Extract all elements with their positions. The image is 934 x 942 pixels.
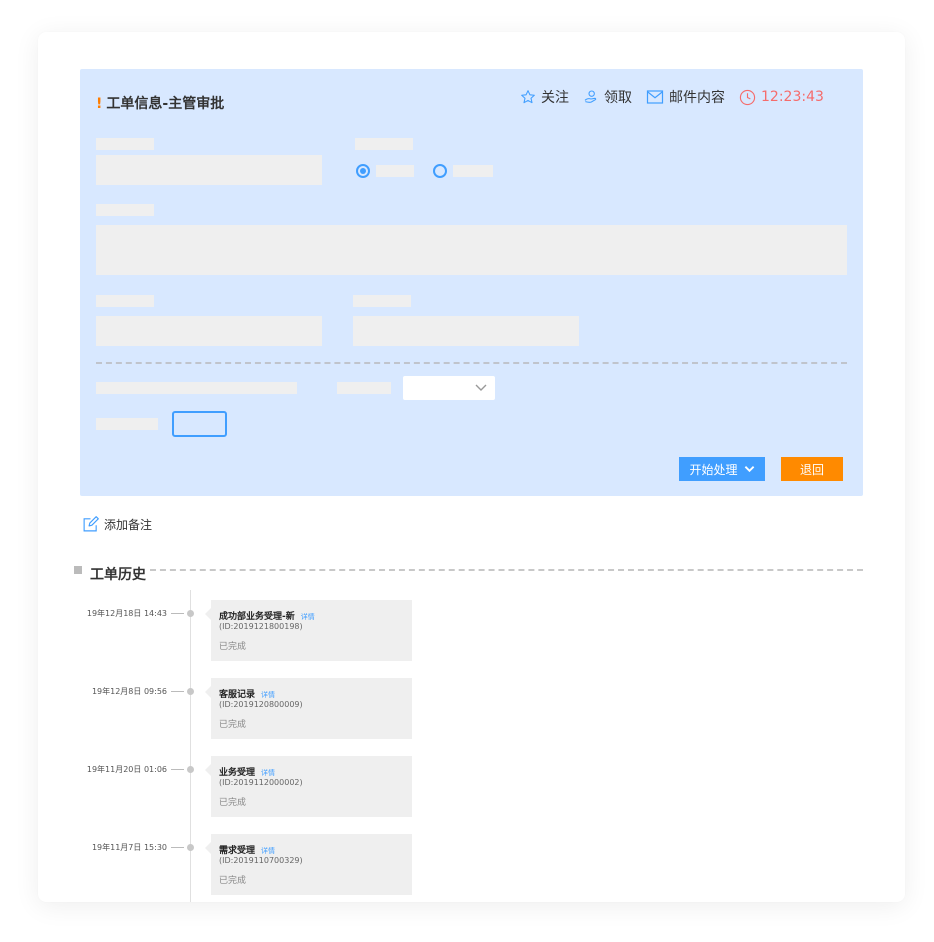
chevron-down-icon bbox=[744, 466, 754, 473]
section-marker bbox=[74, 566, 82, 574]
radio-label-placeholder bbox=[376, 165, 414, 177]
panel-title: ! 工单信息-主管审批 bbox=[96, 93, 224, 113]
text-input-placeholder[interactable] bbox=[96, 155, 322, 185]
panel-title-text: 工单信息-主管审批 bbox=[106, 96, 225, 112]
timeline-item-status: 已完成 bbox=[219, 720, 247, 730]
return-label: 退回 bbox=[799, 462, 824, 477]
radio-option-1[interactable] bbox=[356, 164, 370, 178]
timeline-dot bbox=[187, 688, 194, 695]
start-processing-button[interactable]: 开始处理 bbox=[679, 457, 765, 481]
return-button[interactable]: 退回 bbox=[781, 457, 843, 481]
timeline-dot bbox=[187, 610, 194, 617]
timeline-item-status: 已完成 bbox=[219, 642, 247, 652]
history-divider bbox=[150, 569, 863, 571]
timeline-item-id: (ID:2019112000002) bbox=[219, 778, 303, 787]
field-label-placeholder bbox=[96, 138, 154, 150]
timeline-tick bbox=[171, 691, 184, 692]
radio-group-label-placeholder bbox=[355, 138, 413, 150]
timeline-tick bbox=[171, 769, 184, 770]
timeline-timestamp: 19年12月18日 14:43 bbox=[86, 609, 167, 618]
details-link[interactable]: 详情 bbox=[301, 613, 315, 621]
timer: 12:23:43 bbox=[739, 89, 824, 106]
timeline-timestamp: 19年11月7日 15:30 bbox=[91, 843, 167, 852]
mail-icon bbox=[646, 90, 664, 104]
timeline-tick bbox=[171, 847, 184, 848]
timeline-dot bbox=[187, 766, 194, 773]
timeline-item-title: 成功部业务受理-新 bbox=[219, 612, 295, 622]
timeline-item-title: 业务受理 bbox=[219, 768, 256, 778]
text-input-placeholder[interactable] bbox=[96, 316, 322, 346]
details-link[interactable]: 详情 bbox=[261, 769, 275, 777]
start-processing-label: 开始处理 bbox=[689, 462, 738, 477]
panel-actions: 关注 领取 邮件内容 12:23:43 bbox=[520, 87, 838, 107]
work-order-panel: ! 工单信息-主管审批 关注 领取 邮件内容 12:23:43 开始处理 退回 bbox=[80, 69, 863, 496]
mail-label: 邮件内容 bbox=[669, 90, 725, 106]
follow-label: 关注 bbox=[541, 90, 569, 106]
mail-action[interactable]: 邮件内容 bbox=[646, 87, 725, 107]
select-label-placeholder bbox=[337, 382, 391, 394]
timeline-item: 需求受理 详情 (ID:2019110700329) 已完成 bbox=[205, 834, 412, 895]
claim-label: 领取 bbox=[604, 90, 632, 106]
add-note-label: 添加备注 bbox=[104, 518, 153, 532]
history-title: 工单历史 bbox=[90, 567, 146, 583]
timeline-tick bbox=[171, 613, 184, 614]
textarea-placeholder[interactable] bbox=[96, 225, 847, 275]
timeline-axis bbox=[190, 590, 191, 902]
timeline-item: 业务受理 详情 (ID:2019112000002) 已完成 bbox=[205, 756, 412, 817]
timeline-item-id: (ID:2019120800009) bbox=[219, 700, 303, 709]
star-icon bbox=[521, 90, 535, 104]
section-divider bbox=[96, 362, 847, 364]
timeline-item: 客服记录 详情 (ID:2019120800009) 已完成 bbox=[205, 678, 412, 739]
details-link[interactable]: 详情 bbox=[261, 691, 275, 699]
dropdown-select[interactable] bbox=[403, 376, 495, 400]
radio-option-2[interactable] bbox=[433, 164, 447, 178]
field-label-placeholder bbox=[353, 295, 411, 307]
timeline-timestamp: 19年12月8日 09:56 bbox=[91, 687, 167, 696]
radio-label-placeholder bbox=[453, 165, 493, 177]
claim-action[interactable]: 领取 bbox=[583, 87, 632, 107]
timeline-timestamp: 19年11月20日 01:06 bbox=[86, 765, 167, 774]
field-label-placeholder bbox=[96, 204, 154, 216]
edit-icon bbox=[83, 516, 99, 532]
text-input-placeholder[interactable] bbox=[353, 316, 579, 346]
info-text-placeholder bbox=[96, 382, 297, 394]
warning-mark: ! bbox=[96, 96, 103, 112]
chevron-down-icon bbox=[475, 384, 487, 391]
timeline-item-title: 需求受理 bbox=[219, 846, 256, 856]
timeline-item-title: 客服记录 bbox=[219, 690, 256, 700]
field-label-placeholder bbox=[96, 418, 158, 430]
add-note-link[interactable]: 添加备注 bbox=[82, 516, 152, 533]
follow-action[interactable]: 关注 bbox=[520, 87, 569, 107]
timeline-item: 成功部业务受理-新 详情 (ID:2019121800198) 已完成 bbox=[205, 600, 412, 661]
timeline-item-status: 已完成 bbox=[219, 876, 247, 886]
hand-receive-icon bbox=[584, 90, 597, 103]
outlined-input-box[interactable] bbox=[172, 411, 227, 437]
timeline-dot bbox=[187, 844, 194, 851]
details-link[interactable]: 详情 bbox=[261, 847, 275, 855]
timer-value: 12:23:43 bbox=[761, 89, 824, 105]
timeline-item-id: (ID:2019121800198) bbox=[219, 622, 303, 631]
field-label-placeholder bbox=[96, 295, 154, 307]
timeline-item-id: (ID:2019110700329) bbox=[219, 856, 303, 865]
clock-icon bbox=[739, 89, 756, 105]
history-section-title: 工单历史 bbox=[74, 564, 146, 584]
timeline-item-status: 已完成 bbox=[219, 798, 247, 808]
